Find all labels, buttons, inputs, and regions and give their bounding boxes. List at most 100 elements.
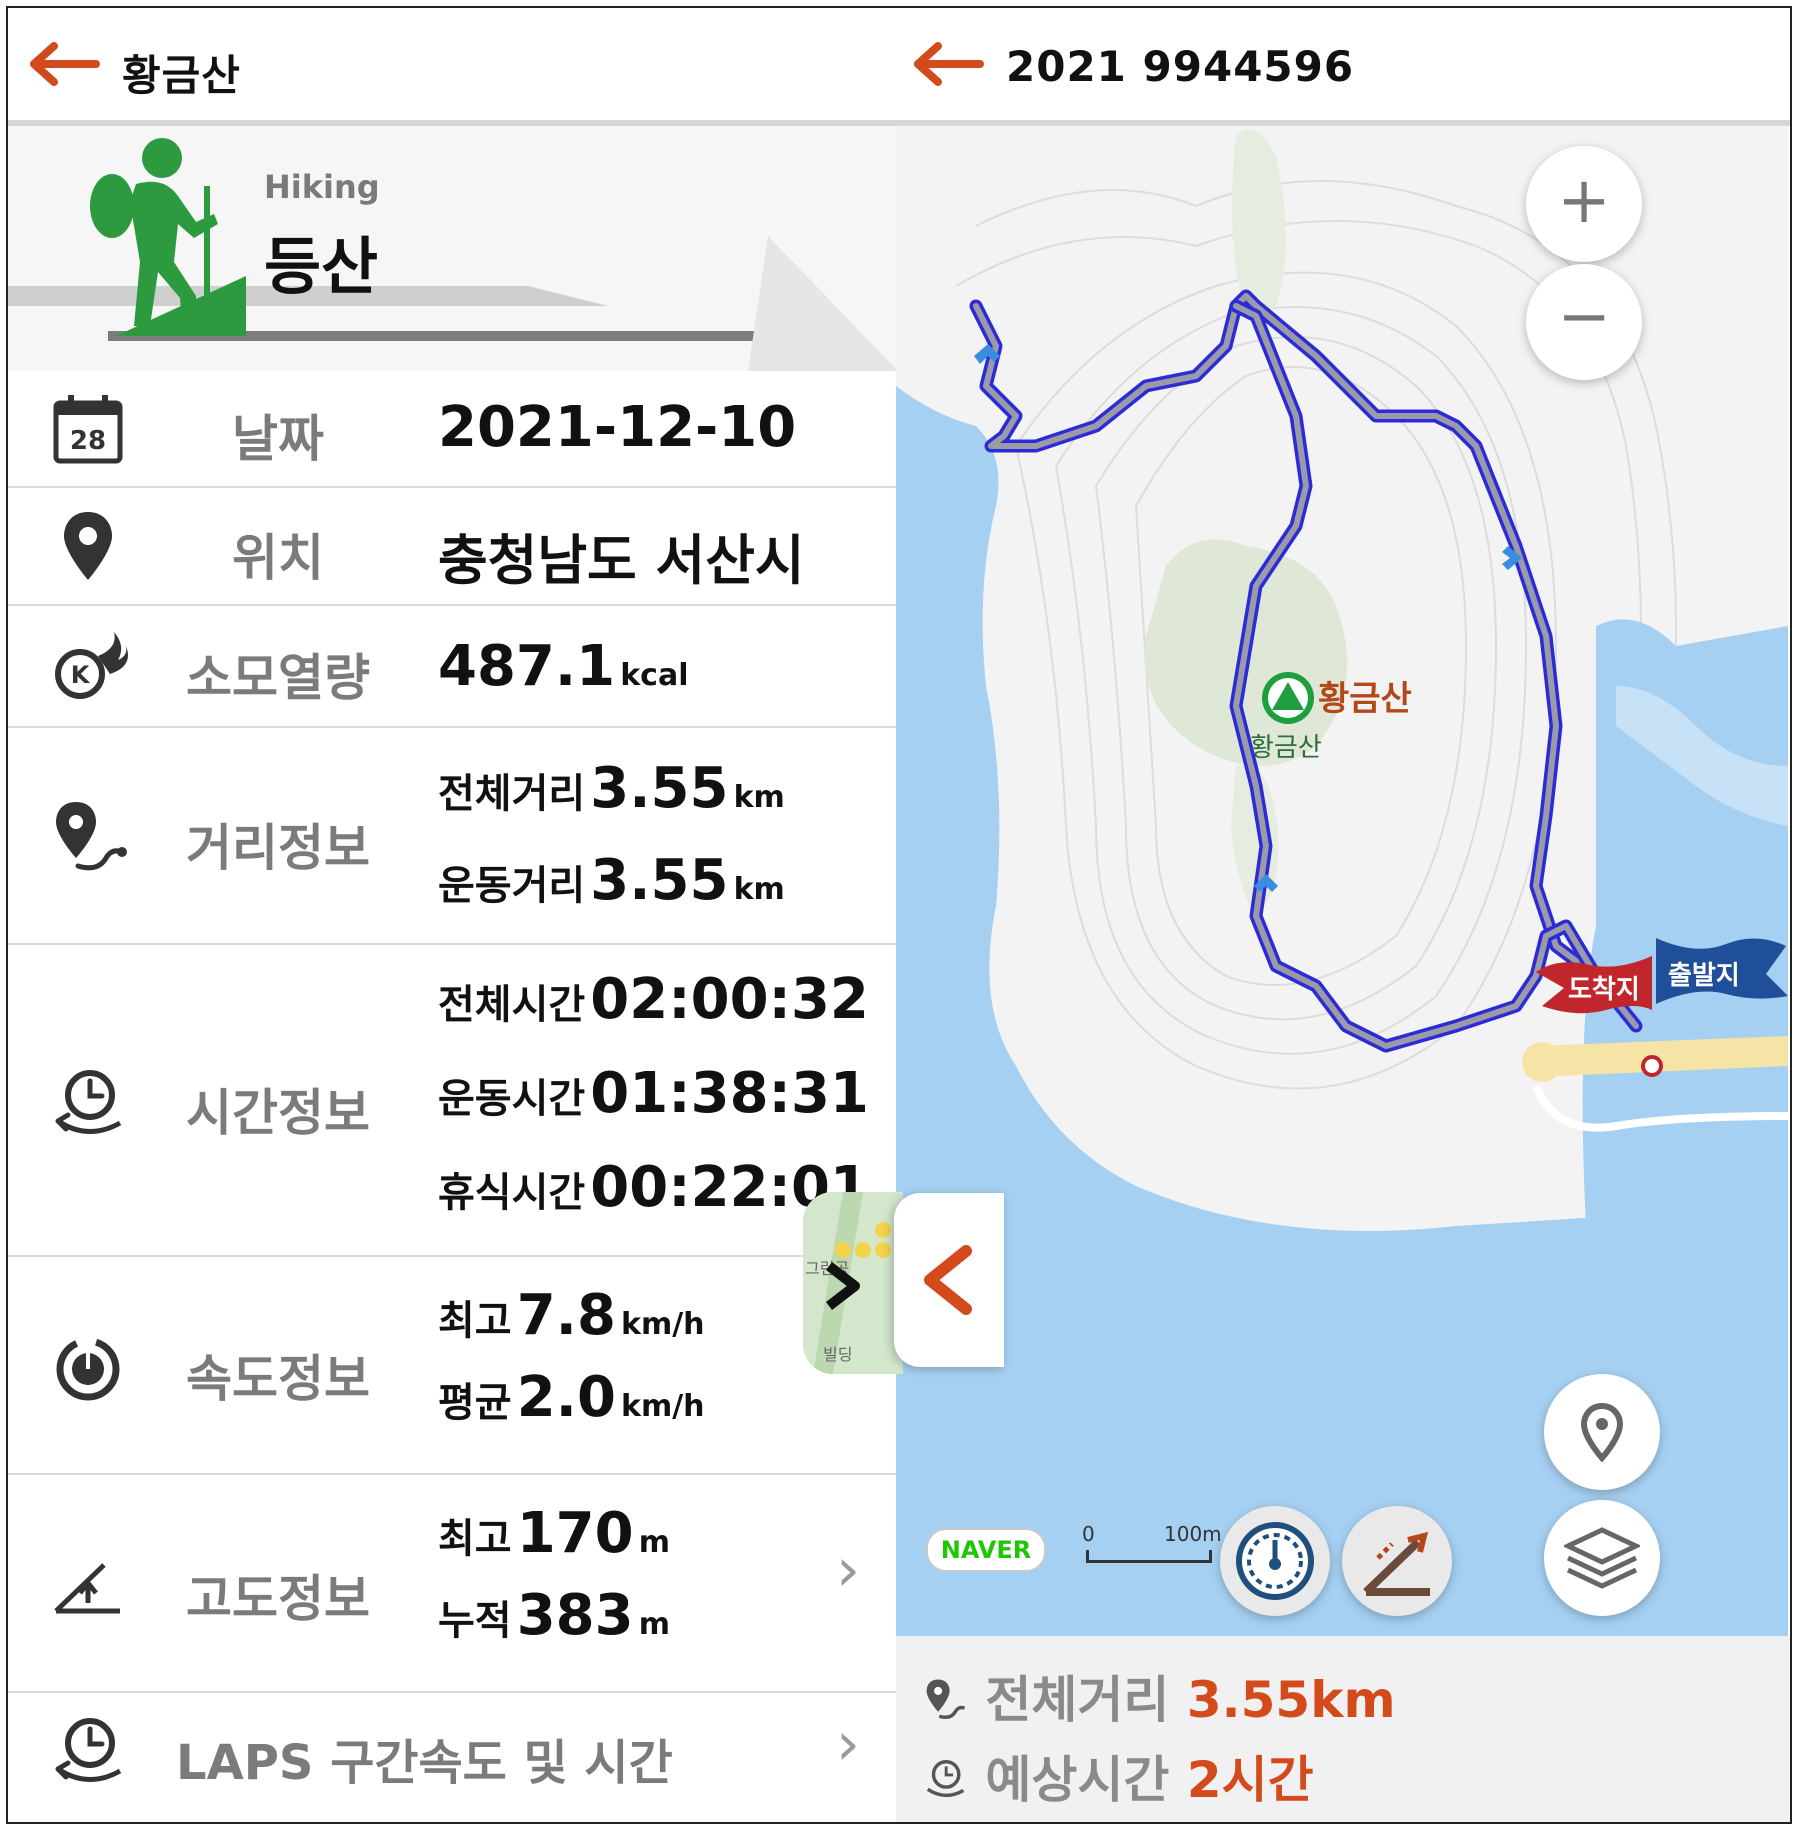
- laps-clock-icon: [55, 1718, 122, 1782]
- scale-zero: 0: [1082, 1522, 1095, 1546]
- location-value: 충청남도 서산시: [438, 529, 805, 592]
- altitude-row[interactable]: 고도정보 최고 170 m 누적 383 m ›: [8, 1475, 898, 1693]
- move-distance-unit: km: [733, 872, 785, 907]
- screenshot-frame: 황금산 Hiking 등산 28 날짜 2021-12-10 위치 충청남도 서…: [6, 6, 1792, 1824]
- cumulative-altitude-label: 누적: [438, 1598, 512, 1644]
- altitude-label: 고도정보: [186, 1570, 370, 1628]
- peak-label-small: 황금산: [1250, 733, 1322, 763]
- elevation-icon: [1363, 1531, 1430, 1596]
- max-altitude-unit: m: [638, 1525, 670, 1560]
- speed-label: 속도정보: [186, 1350, 370, 1408]
- location-label: 위치: [232, 529, 324, 587]
- cumulative-altitude-value: 383: [516, 1583, 634, 1648]
- rest-time-label: 휴식시간: [438, 1170, 586, 1216]
- summary-time-value: 2시간: [1186, 1751, 1314, 1809]
- route-summary: 전체거리 3.55km 예상시간 2시간: [896, 1636, 1790, 1822]
- svg-text:28: 28: [70, 426, 106, 456]
- zoom-out-button[interactable]: −: [1526, 264, 1642, 380]
- total-time-value: 02:00:32: [590, 967, 869, 1032]
- calendar-icon: 28: [53, 395, 123, 464]
- date-label: 날짜: [232, 410, 324, 468]
- max-altitude-label: 최고: [438, 1516, 512, 1562]
- naver-logo: NAVER: [926, 1528, 1046, 1572]
- calories-label: 소모열량: [186, 649, 370, 707]
- activity-detail-pane: 황금산 Hiking 등산 28 날짜 2021-12-10 위치 충청남도 서…: [8, 8, 898, 1822]
- speedometer-icon: [56, 1337, 120, 1401]
- layers-icon: [1564, 1527, 1640, 1589]
- time-row: 시간정보 전체시간 02:00:32 운동시간 01:38:31 휴식시간 00…: [8, 945, 898, 1257]
- calorie-flame-icon: K: [55, 632, 128, 699]
- zoom-out-icon: −: [1557, 280, 1611, 354]
- cumulative-altitude-unit: m: [638, 1607, 670, 1642]
- activity-banner: Hiking 등산: [8, 126, 898, 371]
- activity-type-ko: 등산: [264, 230, 379, 303]
- move-time-label: 운동시간: [438, 1076, 586, 1122]
- end-flag-label: 도착지: [1568, 975, 1640, 1005]
- total-distance-unit: km: [733, 780, 785, 815]
- map-back-arrow-icon[interactable]: [914, 42, 984, 86]
- avg-speed-unit: km/h: [621, 1389, 705, 1424]
- chevron-left-icon: [924, 1245, 972, 1315]
- location-pin-icon: [1580, 1402, 1624, 1462]
- speedometer-icon: [1236, 1522, 1314, 1600]
- date-value: 2021-12-10: [438, 395, 797, 460]
- max-speed-unit: km/h: [621, 1307, 705, 1342]
- clock-icon: [55, 1070, 122, 1134]
- scale-bar: [1086, 1550, 1212, 1563]
- location-row: 위치 충청남도 서산시: [8, 488, 898, 606]
- speed-row[interactable]: 속도정보 최고 7.8 km/h 평균 2.0 km/h ›: [8, 1257, 898, 1475]
- time-label: 시간정보: [186, 1084, 370, 1142]
- altitude-icon: [54, 1563, 120, 1614]
- zoom-in-icon: +: [1557, 164, 1611, 238]
- distance-row: 거리정보 전체거리 3.55 km 운동거리 3.55 km: [8, 728, 898, 945]
- laps-row[interactable]: LAPS 구간속도 및 시간 ›: [8, 1693, 898, 1815]
- hiker-icon: [90, 138, 246, 336]
- max-speed-label: 최고: [438, 1298, 512, 1344]
- summary-distance-label: 전체거리: [985, 1671, 1170, 1729]
- peak-label: 황금산: [1318, 679, 1412, 719]
- move-distance-label: 운동거리: [438, 863, 586, 909]
- total-distance-value: 3.55: [590, 756, 729, 821]
- panel-toggle-button[interactable]: [894, 1193, 1004, 1367]
- speed-overlay-button[interactable]: [1220, 1506, 1330, 1616]
- move-time-value: 01:38:31: [590, 1061, 869, 1126]
- left-header: 황금산: [8, 8, 898, 126]
- mini-map-thumbnail[interactable]: 그린공 빌딩: [803, 1192, 903, 1374]
- max-altitude-value: 170: [516, 1501, 634, 1566]
- date-row: 28 날짜 2021-12-10: [8, 371, 898, 488]
- summary-time-label: 예상시간: [985, 1751, 1170, 1809]
- svg-text:K: K: [71, 661, 91, 689]
- total-time-label: 전체시간: [438, 982, 586, 1028]
- laps-label: LAPS 구간속도 및 시간: [176, 1735, 673, 1791]
- activity-type-en: Hiking: [264, 168, 380, 206]
- total-distance-label: 전체거리: [438, 771, 586, 817]
- summary-distance-value: 3.55km: [1186, 1671, 1396, 1729]
- elevation-overlay-button[interactable]: [1342, 1506, 1452, 1616]
- start-flag-label: 출발지: [1668, 961, 1740, 991]
- back-arrow-icon[interactable]: [30, 42, 100, 86]
- route-distance-icon: [56, 802, 127, 871]
- distance-icon: [926, 1679, 966, 1719]
- map-layers-button[interactable]: [1544, 1500, 1660, 1616]
- move-distance-value: 3.55: [590, 848, 729, 913]
- calories-unit: kcal: [620, 658, 689, 693]
- route-map[interactable]: 황금산 황금산 출발지 도착지 + − NAVER 0 100m: [896, 126, 1788, 1636]
- route-map-pane: 2021 9944596 황금산 황금산 출발지 도착지 + − NAVER 0…: [896, 8, 1790, 1822]
- page-title: 황금산: [122, 51, 241, 100]
- mini-map-canvas: 그린공 빌딩: [803, 1192, 903, 1374]
- zoom-in-button[interactable]: +: [1526, 146, 1642, 262]
- estimated-time-icon: [926, 1760, 965, 1798]
- laps-chevron-right-icon[interactable]: ›: [836, 1709, 860, 1779]
- my-location-button[interactable]: [1544, 1374, 1660, 1490]
- altitude-chevron-right-icon[interactable]: ›: [836, 1535, 860, 1605]
- avg-speed-label: 평균: [438, 1380, 512, 1426]
- mini-map-label-2: 빌딩: [823, 1345, 852, 1364]
- route-id-title: 2021 9944596: [1006, 42, 1355, 91]
- avg-speed-value: 2.0: [516, 1365, 616, 1430]
- calories-value: 487.1: [438, 634, 616, 699]
- distance-label: 거리정보: [186, 819, 370, 877]
- scale-max: 100m: [1164, 1522, 1222, 1546]
- right-header: 2021 9944596: [896, 8, 1790, 126]
- calories-row: K 소모열량 487.1 kcal: [8, 606, 898, 728]
- location-pin-icon: [64, 512, 112, 580]
